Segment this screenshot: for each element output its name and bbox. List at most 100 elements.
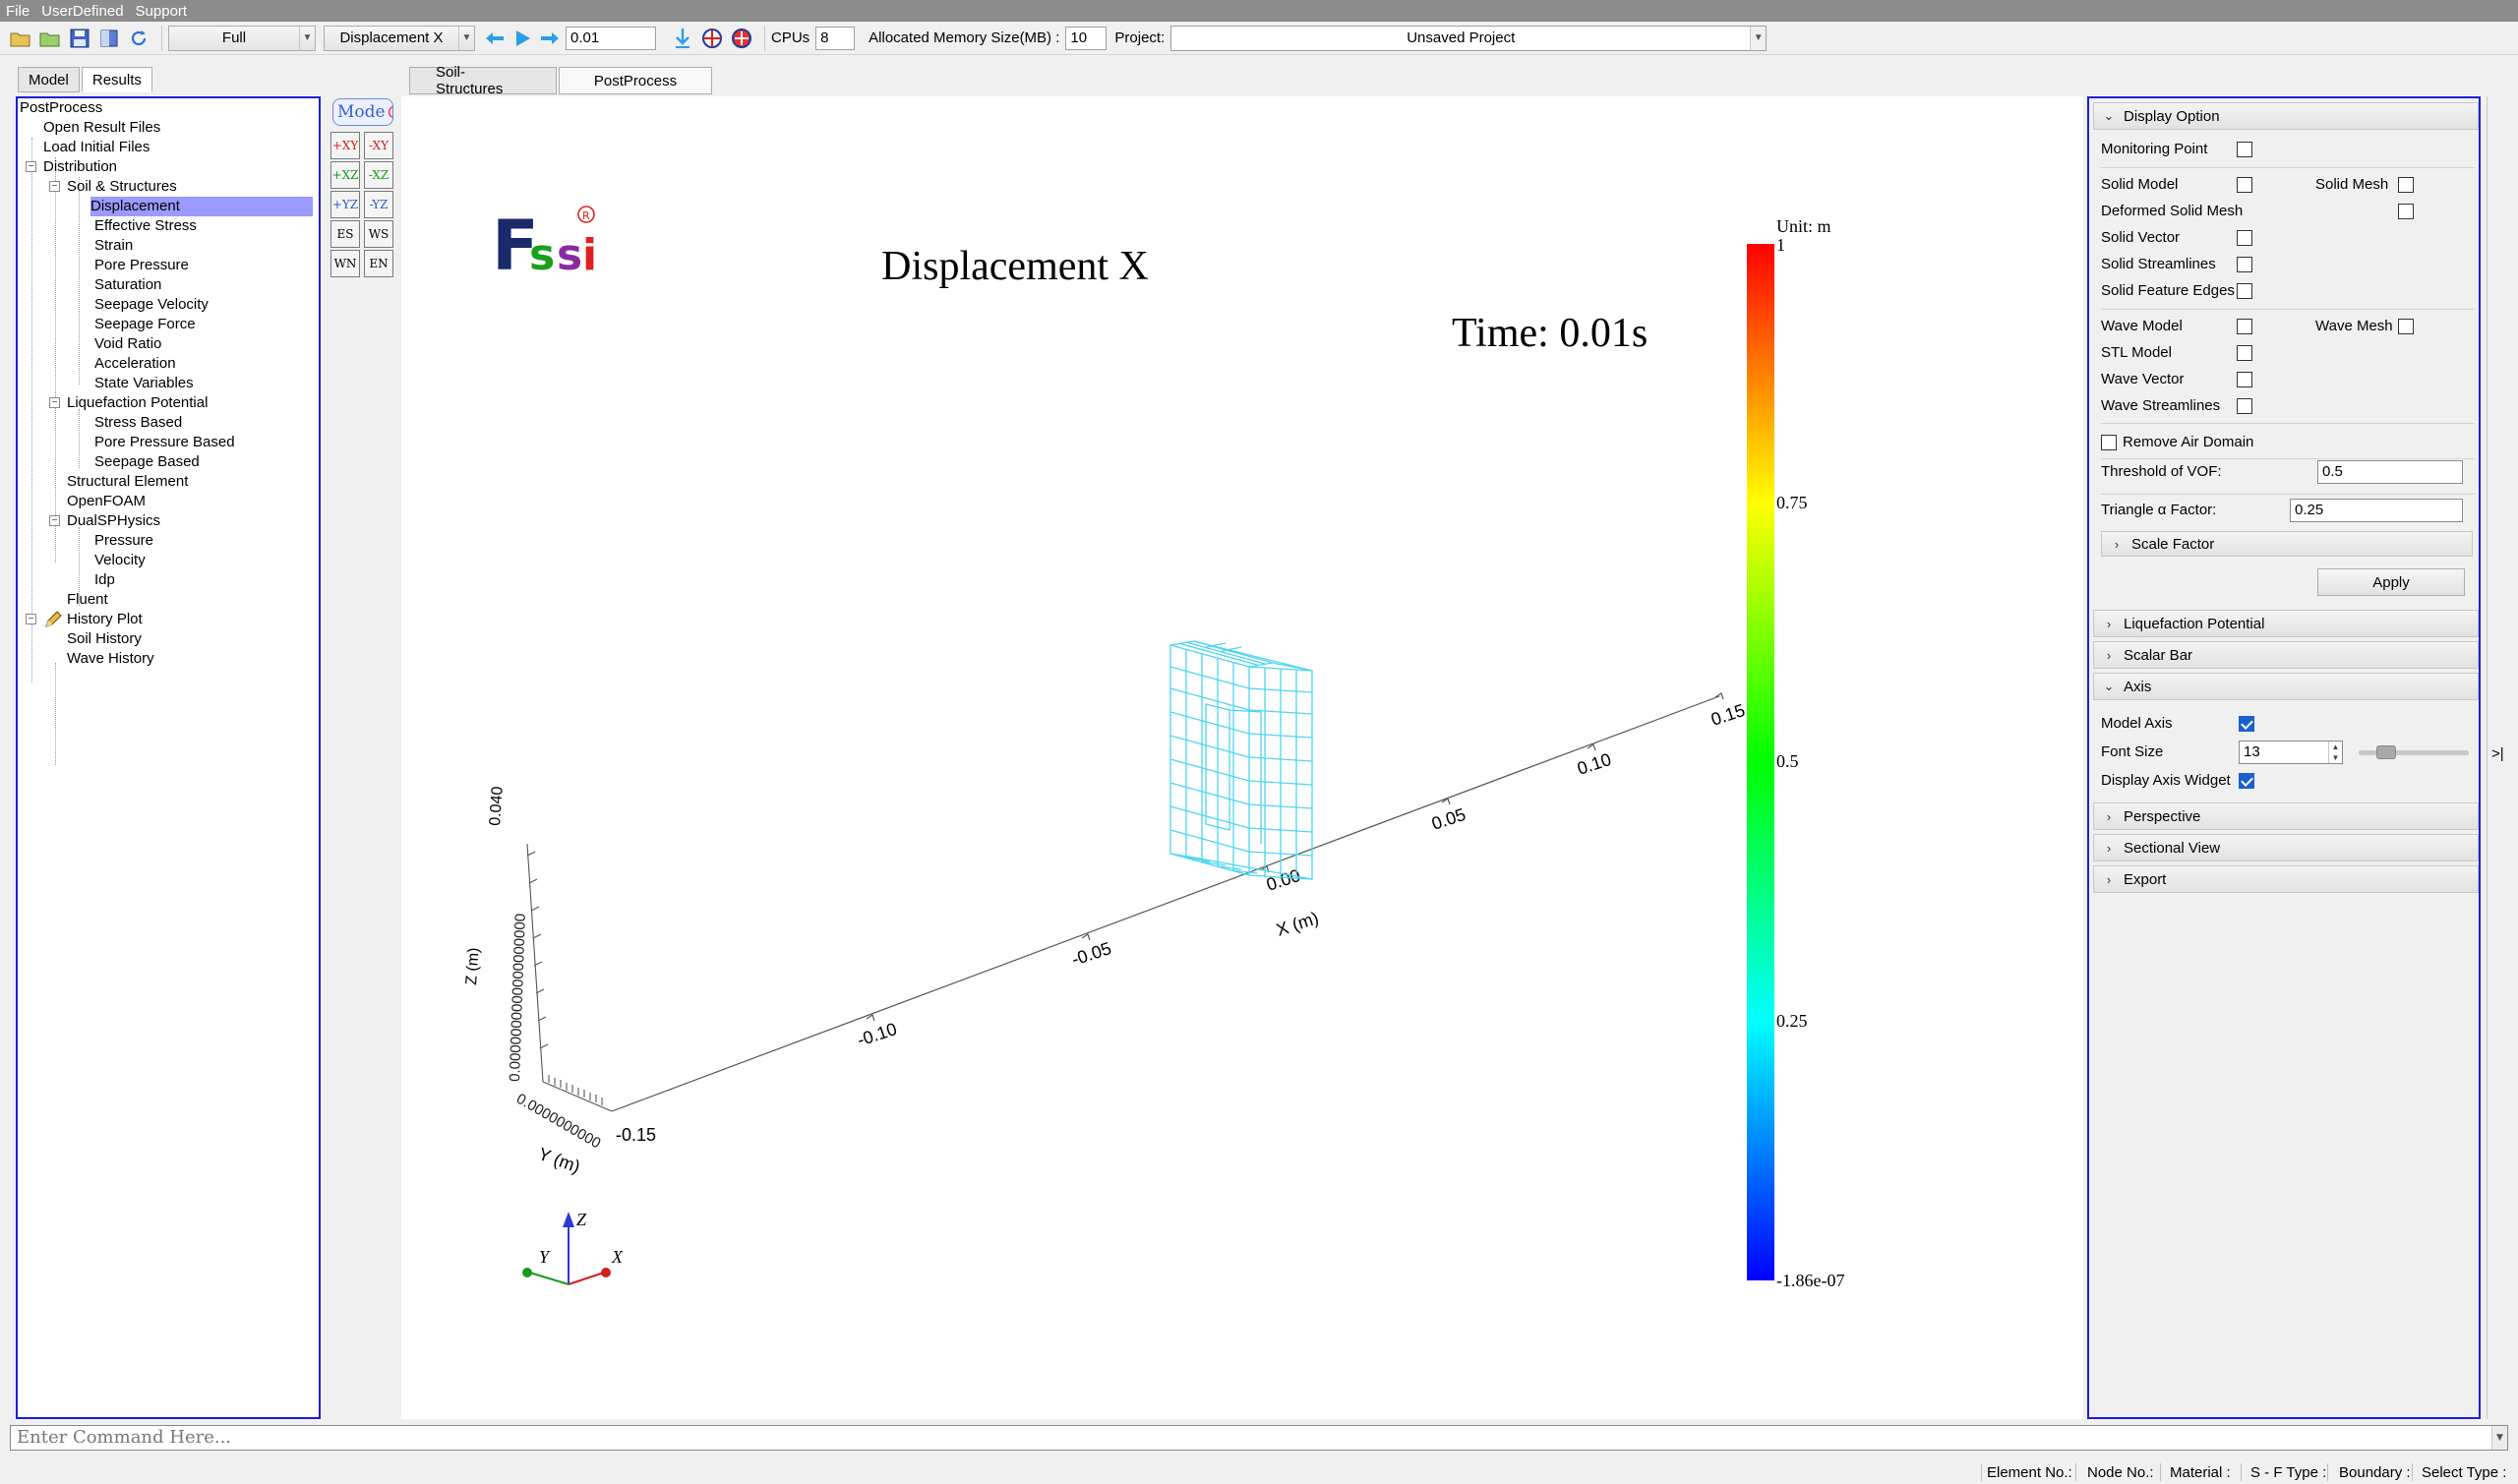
tree-item[interactable]: Seepage Velocity	[94, 295, 209, 315]
render-viewport[interactable]: F s s i R Displacement X Time: 0.01s Uni…	[401, 96, 2083, 1419]
section-scale-factor[interactable]: › Scale Factor	[2101, 531, 2473, 557]
tree-item[interactable]: Seepage Force	[94, 315, 196, 334]
open-folder-icon[interactable]	[8, 26, 33, 51]
section-scalar-bar[interactable]: › Scalar Bar	[2093, 641, 2479, 669]
stop-view-icon[interactable]	[729, 26, 754, 51]
stl-model-checkbox[interactable]	[2237, 345, 2252, 361]
view-es-button[interactable]: ES	[330, 220, 360, 248]
display-axis-widget-checkbox[interactable]	[2239, 773, 2254, 789]
wave-model-checkbox[interactable]	[2237, 319, 2252, 334]
tree-item[interactable]: Acceleration	[94, 354, 176, 374]
wave-vector-checkbox[interactable]	[2237, 372, 2252, 387]
tree-item[interactable]: Soil & Structures	[67, 177, 177, 197]
view-wn-button[interactable]: WN	[330, 250, 360, 277]
download-icon[interactable]	[670, 26, 695, 51]
tree-item[interactable]: Pressure	[94, 531, 153, 551]
solid-mesh-checkbox[interactable]	[2398, 177, 2414, 193]
tree-item[interactable]: DualSPHysics	[67, 511, 160, 531]
grid-view-icon[interactable]	[699, 26, 725, 51]
view-plus-yz-button[interactable]: +YZ	[330, 191, 360, 218]
section-axis[interactable]: ⌄ Axis	[2093, 673, 2479, 700]
mode-combo[interactable]: Full ▼	[168, 25, 316, 51]
tree-item[interactable]: Pore Pressure	[94, 256, 189, 275]
tree-item[interactable]: Stress Based	[94, 413, 182, 433]
spin-arrows-icon[interactable]: ▲ ▼	[2328, 742, 2342, 763]
tree-item[interactable]: Open Result Files	[43, 118, 160, 138]
tree-item[interactable]: History Plot	[67, 610, 143, 629]
tab-results[interactable]: Results	[81, 67, 152, 92]
collapse-icon[interactable]: −	[49, 397, 60, 408]
threshold-vof-input[interactable]: 0.5	[2317, 460, 2463, 484]
menu-support[interactable]: Support	[136, 3, 188, 20]
tree-item[interactable]: Pore Pressure Based	[94, 433, 235, 452]
menu-file[interactable]: File	[6, 3, 30, 20]
tree-root[interactable]: PostProcess	[20, 98, 102, 118]
view-minus-xz-button[interactable]: -XZ	[364, 161, 393, 189]
solid-streamlines-checkbox[interactable]	[2237, 257, 2252, 272]
solid-model-checkbox[interactable]	[2237, 177, 2252, 193]
collapse-icon[interactable]: −	[26, 161, 36, 172]
section-sectional-view[interactable]: › Sectional View	[2093, 834, 2479, 861]
memory-input[interactable]: 10	[1065, 26, 1108, 50]
refresh-icon[interactable]	[126, 26, 151, 51]
save-as-icon[interactable]	[96, 26, 122, 51]
apply-button[interactable]: Apply	[2317, 568, 2465, 596]
panel-collapse-handle[interactable]: >|	[2487, 96, 2506, 1419]
result-combo[interactable]: Displacement X ▼	[324, 25, 475, 51]
collapse-icon[interactable]: −	[26, 614, 36, 624]
solid-feature-edges-checkbox[interactable]	[2237, 283, 2252, 299]
section-liquefaction-potential[interactable]: › Liquefaction Potential	[2093, 610, 2479, 637]
section-display-option[interactable]: ⌄ Display Option	[2093, 102, 2479, 130]
tree-item[interactable]: Load Initial Files	[43, 138, 150, 157]
tab-postprocess[interactable]: PostProcess	[559, 67, 712, 94]
tree-item[interactable]: Distribution	[43, 157, 117, 177]
play-icon[interactable]	[510, 26, 534, 51]
model-axis-checkbox[interactable]	[2239, 716, 2254, 732]
tree-item[interactable]: Saturation	[94, 275, 161, 295]
command-input[interactable]: Enter Command Here... ▼	[10, 1425, 2508, 1451]
tree-item[interactable]: Velocity	[94, 551, 146, 570]
time-input[interactable]: 0.01	[566, 26, 656, 50]
tree-item[interactable]: Void Ratio	[94, 334, 161, 354]
view-ws-button[interactable]: WS	[364, 220, 393, 248]
tree-item[interactable]: Fluent	[67, 590, 108, 610]
open-project-icon[interactable]	[37, 26, 63, 51]
view-plus-xz-button[interactable]: +XZ	[330, 161, 360, 189]
tree-item[interactable]: OpenFOAM	[67, 492, 146, 511]
tab-soil-structures[interactable]: Soil-Structures	[409, 64, 557, 97]
tree-item[interactable]: Liquefaction Potential	[67, 393, 208, 413]
view-plus-xy-button[interactable]: +XY	[330, 132, 360, 159]
project-combo[interactable]: Unsaved Project ▼	[1170, 25, 1768, 51]
deformed-solid-mesh-checkbox[interactable]	[2398, 204, 2414, 219]
tree-item-selected[interactable]: Displacement	[90, 197, 313, 216]
tree-item[interactable]: Wave History	[67, 649, 154, 669]
mode-button[interactable]: Mode	[332, 98, 393, 126]
tree-item[interactable]: Effective Stress	[94, 216, 197, 236]
collapse-icon[interactable]: −	[49, 515, 60, 526]
tree-item[interactable]: State Variables	[94, 374, 194, 393]
remove-air-domain-checkbox[interactable]	[2101, 435, 2117, 450]
tree-item[interactable]: Soil History	[67, 629, 142, 649]
view-minus-xy-button[interactable]: -XY	[364, 132, 393, 159]
collapse-icon[interactable]: −	[49, 181, 60, 192]
step-forward-icon[interactable]	[538, 26, 562, 51]
wave-streamlines-checkbox[interactable]	[2237, 398, 2252, 414]
tree-item[interactable]: Structural Element	[67, 472, 188, 492]
save-icon[interactable]	[67, 26, 92, 51]
section-perspective[interactable]: › Perspective	[2093, 802, 2479, 830]
font-size-slider-handle[interactable]	[2376, 745, 2396, 759]
tree-item[interactable]: Seepage Based	[94, 452, 200, 472]
view-minus-yz-button[interactable]: -YZ	[364, 191, 393, 218]
tab-model[interactable]: Model	[18, 67, 80, 92]
menu-userdefined[interactable]: UserDefined	[41, 3, 123, 20]
cpus-input[interactable]: 8	[815, 26, 856, 50]
font-size-spinbox[interactable]: 13 ▲ ▼	[2239, 741, 2343, 764]
monitoring-point-checkbox[interactable]	[2237, 142, 2252, 157]
view-en-button[interactable]: EN	[364, 250, 393, 277]
triangle-factor-input[interactable]: 0.25	[2290, 499, 2463, 522]
section-export[interactable]: › Export	[2093, 865, 2479, 893]
chevron-down-icon[interactable]: ▼	[2491, 1426, 2507, 1450]
step-back-icon[interactable]	[483, 26, 507, 51]
tree-item[interactable]: Strain	[94, 236, 133, 256]
font-size-slider-track[interactable]	[2359, 750, 2469, 755]
